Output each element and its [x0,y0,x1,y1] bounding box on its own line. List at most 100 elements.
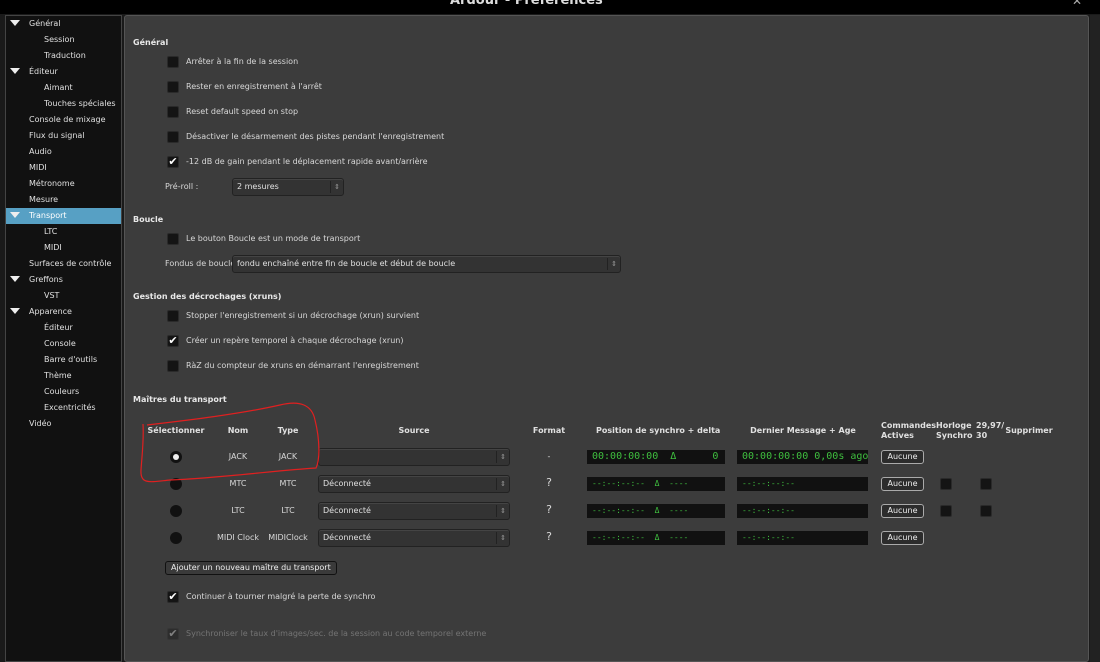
preroll-select[interactable]: 2 mesures ⇕ [232,178,344,196]
section-heading: Gestion des décrochages (xruns) [133,292,282,301]
updown-arrow-icon: ⇕ [330,181,343,193]
master-type: JACK [278,452,298,461]
sidebar-item[interactable]: Éditeur [6,64,121,80]
column-header: Source [398,426,430,435]
sidebar-item[interactable]: Mesure [6,192,121,208]
sidebar-item[interactable]: Greffons [6,272,121,288]
expander-icon[interactable] [10,276,20,282]
fps-2997-checkbox[interactable] [980,478,992,490]
sidebar-item[interactable]: Flux du signal [6,128,121,144]
sidebar-item[interactable]: Touches spéciales [6,96,121,112]
active-commands-button[interactable]: Aucune [881,450,924,464]
source-select[interactable]: Déconnecté ⇕ [318,529,510,547]
combo-value: Déconnecté [323,533,371,542]
close-icon[interactable]: ✕ [1072,0,1082,8]
select-radio[interactable] [170,478,182,490]
sidebar-item-label: Console [44,339,76,348]
expander-icon[interactable] [10,308,20,314]
sidebar-item[interactable]: Barre d'outils [6,352,121,368]
general-option[interactable]: ✔ [167,156,179,168]
sidebar-item[interactable]: Vidéo [6,416,121,432]
active-commands-button[interactable]: Aucune [881,504,924,518]
sidebar-item-label: Greffons [29,275,63,284]
sidebar-item[interactable]: MIDI [6,160,121,176]
general-option[interactable] [167,106,179,118]
column-header: Horloge [936,421,972,430]
active-commands-button[interactable]: Aucune [881,477,924,491]
updown-arrow-icon: ⇕ [496,532,509,544]
sidebar-item[interactable]: Traduction [6,48,121,64]
sidebar-item-label: Métronome [29,179,75,188]
sidebar-item[interactable]: Apparence [6,304,121,320]
sidebar-item-label: MIDI [29,163,47,172]
preroll-label: Pré-roll : [165,182,199,191]
add-transport-master-button[interactable]: Ajouter un nouveau maître du transport [165,561,337,575]
sidebar-item-label: MIDI [44,243,62,252]
xrun-option-label: Créer un repère temporel à chaque décroc… [186,336,404,345]
sync-fps-option-label: Synchroniser le taux d'images/sec. de la… [186,629,487,638]
sync-fps-option[interactable]: ✔ [167,628,179,640]
general-option[interactable] [167,81,179,93]
sidebar-item[interactable]: Console [6,336,121,352]
expander-icon[interactable] [10,20,20,26]
loop-fade-label: Fondus de boucle : [165,259,241,268]
sidebar-item[interactable]: Session [6,32,121,48]
combo-value: Déconnecté [323,479,371,488]
sidebar-item[interactable]: Thème [6,368,121,384]
sidebar-item[interactable]: Surfaces de contrôle [6,256,121,272]
source-select[interactable]: Déconnecté ⇕ [318,502,510,520]
expander-icon[interactable] [10,68,20,74]
format-value: ? [546,476,552,489]
sidebar-item[interactable]: Général [6,16,121,32]
sidebar-item[interactable]: Console de mixage [6,112,121,128]
source-select[interactable]: ⇕ [318,448,510,466]
xrun-option[interactable] [167,360,179,372]
master-name: MIDI Clock [216,533,260,542]
loop-option[interactable] [167,233,179,245]
sidebar-item[interactable]: VST [6,288,121,304]
sidebar-item-label: Apparence [29,307,72,316]
sidebar-item[interactable]: Excentricités [6,400,121,416]
master-type: LTC [281,506,295,515]
xrun-option-label: Stopper l'enregistrement si un décrochag… [186,311,420,320]
xrun-option[interactable] [167,310,179,322]
column-header: Dernier Message + Age [750,426,856,435]
loop-fade-select[interactable]: fondu enchaîné entre fin de boucle et dé… [232,255,621,273]
sidebar-item[interactable]: LTC [6,224,121,240]
select-radio[interactable] [170,451,182,463]
sidebar-item[interactable]: MIDI [6,240,121,256]
window-title: Ardour - Préférences [450,0,603,8]
select-radio[interactable] [170,532,182,544]
continue-option[interactable]: ✔ [167,591,179,603]
updown-arrow-icon: ⇕ [496,478,509,490]
column-header: Type [277,426,299,435]
sidebar-item[interactable]: Audio [6,144,121,160]
sidebar-item[interactable]: Éditeur [6,320,121,336]
sidebar-item[interactable]: Couleurs [6,384,121,400]
xrun-option[interactable]: ✔ [167,335,179,347]
general-option[interactable] [167,56,179,68]
clock-sync-checkbox[interactable] [940,505,952,517]
sidebar-item[interactable]: Transport [6,208,121,224]
xrun-option-label: RàZ du compteur de xruns en démarrant l'… [186,361,419,370]
fps-2997-checkbox[interactable] [980,505,992,517]
select-radio[interactable] [170,505,182,517]
expander-icon[interactable] [10,212,20,218]
master-name: MTC [229,479,247,488]
general-option-label: Arrêter à la fin de la session [186,57,299,66]
sidebar-item-label: Éditeur [29,67,58,76]
sidebar-item-label: Éditeur [44,323,73,332]
active-commands-button[interactable]: Aucune [881,531,924,545]
sidebar-item-label: Audio [29,147,52,156]
sidebar-item-label: Thème [44,371,72,380]
section-heading: Général [133,38,169,47]
updown-arrow-icon: ⇕ [607,258,620,270]
source-select[interactable]: Déconnecté ⇕ [318,475,510,493]
last-message-clock: --:--:--:-- [737,531,868,545]
sidebar-item[interactable]: Métronome [6,176,121,192]
general-option[interactable] [167,131,179,143]
last-message-clock: --:--:--:-- [737,477,868,491]
clock-sync-checkbox[interactable] [940,478,952,490]
sidebar-item[interactable]: Aimant [6,80,121,96]
column-header: Commandes [881,421,937,430]
